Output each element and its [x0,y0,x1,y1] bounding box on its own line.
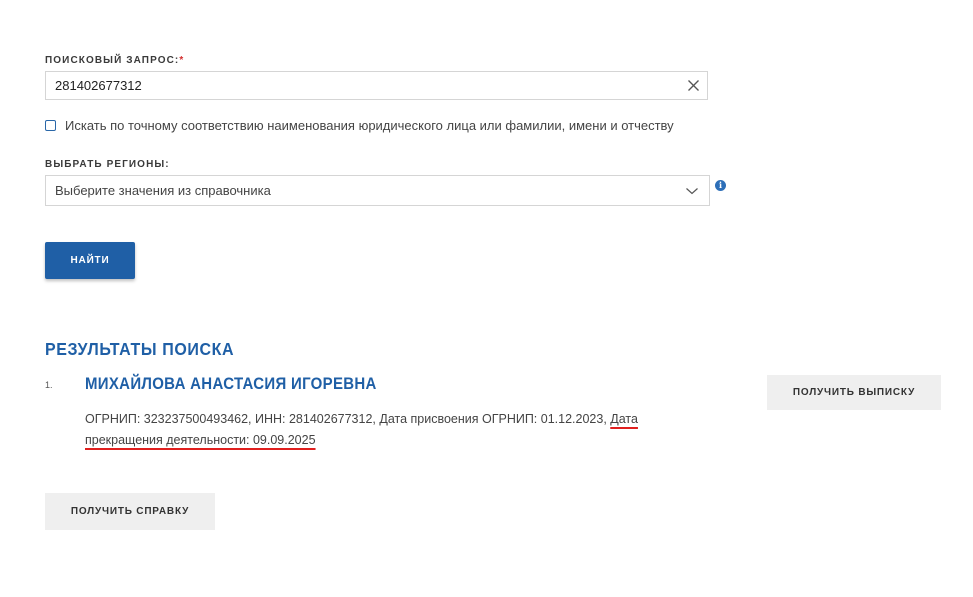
result-index: 1. [45,380,53,390]
chevron-down-icon [686,188,698,195]
exact-match-row[interactable]: Искать по точному соответствию наименова… [45,117,674,133]
search-label-text: ПОИСКОВЫЙ ЗАПРОС: [45,55,180,66]
exact-match-checkbox[interactable] [45,119,56,131]
exact-match-label[interactable]: Искать по точному соответствию наименова… [65,118,674,133]
regions-select[interactable]: Выберите значения из справочника [45,175,710,206]
close-icon[interactable] [686,78,701,93]
result-details-main: ОГРНИП: 323237500493462, ИНН: 2814026773… [85,412,611,426]
search-input-wrapper [45,71,708,100]
search-input[interactable] [46,72,675,99]
search-page: ПОИСКОВЫЙ ЗАПРОС:* Искать по точному соо… [0,0,973,597]
search-label: ПОИСКОВЫЙ ЗАПРОС:* [45,55,184,66]
get-certificate-button[interactable]: ПОЛУЧИТЬ СПРАВКУ [45,493,215,530]
results-title: РЕЗУЛЬТАТЫ ПОИСКА [45,341,235,360]
info-icon[interactable]: i [715,180,726,191]
regions-label: ВЫБРАТЬ РЕГИОНЫ: [45,159,170,170]
required-mark: * [179,55,185,66]
find-button[interactable]: НАЙТИ [45,242,135,279]
result-details: ОГРНИП: 323237500493462, ИНН: 2814026773… [85,409,685,451]
result-name-link[interactable]: МИХАЙЛОВА АНАСТАСИЯ ИГОРЕВНА [85,375,377,393]
regions-select-value: Выберите значения из справочника [55,183,271,198]
get-extract-button[interactable]: ПОЛУЧИТЬ ВЫПИСКУ [767,375,941,410]
